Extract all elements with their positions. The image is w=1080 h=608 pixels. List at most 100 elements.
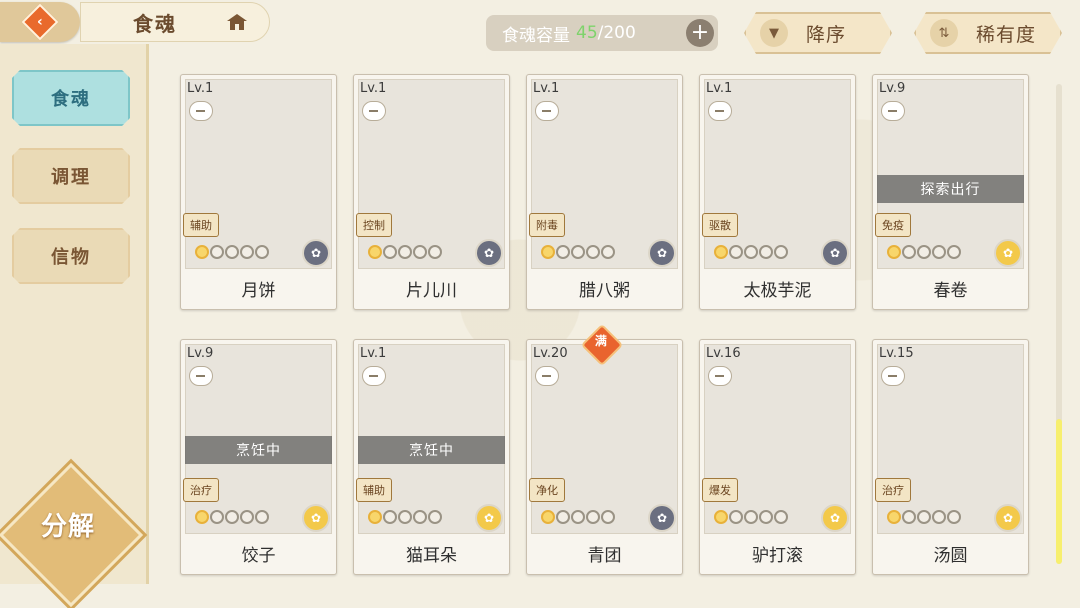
card-level: Lv.1	[706, 81, 733, 96]
star-row	[195, 245, 269, 259]
card-name: 月饼	[241, 281, 276, 301]
chat-bubble-icon[interactable]	[708, 366, 732, 386]
top-bar: ‹ 食魂 食魂容量 45 /200 + ▼ 降序 ⇅ 稀有度	[0, 0, 1080, 60]
tab-cooking[interactable]: 调理	[12, 148, 130, 204]
food-soul-card[interactable]: Lv.1 控制 ✿ 片儿川	[353, 74, 510, 310]
card-name: 腊八粥	[579, 281, 630, 301]
star-icon	[556, 510, 570, 524]
chat-bubble-icon[interactable]	[881, 366, 905, 386]
chat-bubble-icon[interactable]	[535, 101, 559, 121]
sort-order-label: 降序	[806, 23, 847, 46]
rarity-flower-icon: ✿	[648, 239, 676, 267]
capacity-display: 食魂容量 45 /200 +	[486, 15, 718, 51]
star-row	[541, 510, 615, 524]
chat-bubble-icon[interactable]	[362, 101, 386, 121]
star-icon	[541, 245, 555, 259]
sort-key-button[interactable]: ⇅ 稀有度	[914, 12, 1062, 54]
food-soul-card[interactable]: Lv.1 驱散 ✿ 太极芋泥	[699, 74, 856, 310]
food-soul-card[interactable]: Lv.1 烹饪中 辅助 ✿ 猫耳朵	[353, 339, 510, 575]
star-icon	[729, 510, 743, 524]
chat-bubble-icon[interactable]	[189, 101, 213, 121]
star-icon	[729, 245, 743, 259]
sort-order-button[interactable]: ▼ 降序	[744, 12, 892, 54]
card-name: 猫耳朵	[406, 546, 457, 566]
star-icon	[902, 245, 916, 259]
card-name: 饺子	[241, 546, 276, 566]
rarity-flower-icon: ✿	[475, 239, 503, 267]
tab-tokens[interactable]: 信物	[12, 228, 130, 284]
star-icon	[902, 510, 916, 524]
star-icon	[759, 510, 773, 524]
scroll-thumb[interactable]	[1056, 419, 1062, 564]
card-name: 春卷	[933, 281, 968, 301]
star-row	[714, 245, 788, 259]
star-row	[887, 510, 961, 524]
star-icon	[225, 510, 239, 524]
rarity-flower-icon: ✿	[994, 504, 1022, 532]
back-arrow-icon: ‹	[21, 3, 59, 41]
card-role-tag: 治疗	[183, 478, 219, 502]
star-row	[714, 510, 788, 524]
food-soul-card[interactable]: Lv.20 满净化 ✿ 青团	[526, 323, 683, 575]
decompose-label: 分解	[40, 512, 95, 542]
food-soul-card[interactable]: Lv.1 辅助 ✿ 月饼	[180, 74, 337, 310]
rarity-flower-icon: ✿	[302, 504, 330, 532]
scrollbar[interactable]	[1056, 84, 1062, 564]
plus-icon[interactable]: +	[686, 19, 714, 47]
chat-bubble-icon[interactable]	[189, 366, 213, 386]
food-soul-card[interactable]: Lv.1 附毒 ✿ 腊八粥	[526, 74, 683, 310]
star-icon	[887, 245, 901, 259]
chat-bubble-icon[interactable]	[881, 101, 905, 121]
sort-arrows-icon: ⇅	[930, 19, 958, 47]
card-level: Lv.9	[879, 81, 906, 96]
card-role-tag: 辅助	[356, 478, 392, 502]
star-icon	[225, 245, 239, 259]
star-icon	[917, 245, 931, 259]
triangle-down-icon: ▼	[760, 19, 788, 47]
title-tab: 食魂	[80, 2, 270, 42]
card-role-tag: 附毒	[529, 213, 565, 237]
star-icon	[428, 510, 442, 524]
rarity-flower-icon: ✿	[994, 239, 1022, 267]
star-icon	[714, 245, 728, 259]
star-icon	[774, 245, 788, 259]
star-icon	[240, 245, 254, 259]
star-icon	[195, 245, 209, 259]
star-icon	[413, 510, 427, 524]
card-level: Lv.1	[360, 81, 387, 96]
food-soul-card[interactable]: Lv.15 治疗 ✿ 汤圆	[872, 339, 1029, 575]
star-icon	[195, 510, 209, 524]
card-role-tag: 治疗	[875, 478, 911, 502]
rarity-flower-icon: ✿	[648, 504, 676, 532]
star-icon	[413, 245, 427, 259]
page-title: 食魂	[133, 11, 177, 36]
house-icon[interactable]	[226, 13, 248, 31]
star-icon	[210, 245, 224, 259]
rarity-flower-icon: ✿	[821, 504, 849, 532]
star-icon	[368, 510, 382, 524]
sort-key-label: 稀有度	[976, 23, 1037, 46]
star-row	[368, 510, 442, 524]
star-icon	[947, 510, 961, 524]
food-soul-card[interactable]: Lv.9 烹饪中 治疗 ✿ 饺子	[180, 339, 337, 575]
chat-bubble-icon[interactable]	[362, 366, 386, 386]
chat-bubble-icon[interactable]	[708, 101, 732, 121]
star-icon	[759, 245, 773, 259]
food-soul-card[interactable]: Lv.16 爆发 ✿ 驴打滚	[699, 339, 856, 575]
card-role-tag: 免疫	[875, 213, 911, 237]
star-icon	[368, 245, 382, 259]
card-name: 汤圆	[933, 546, 968, 566]
star-icon	[586, 245, 600, 259]
tab-food-souls[interactable]: 食魂	[12, 70, 130, 126]
chat-bubble-icon[interactable]	[535, 366, 559, 386]
star-icon	[240, 510, 254, 524]
star-icon	[714, 510, 728, 524]
card-level: Lv.1	[360, 346, 387, 361]
food-soul-card[interactable]: Lv.9 探索出行 免疫 ✿ 春卷	[872, 74, 1029, 310]
star-icon	[398, 245, 412, 259]
card-role-tag: 爆发	[702, 478, 738, 502]
rarity-flower-icon: ✿	[821, 239, 849, 267]
back-button[interactable]: ‹	[0, 2, 80, 42]
star-row	[887, 245, 961, 259]
card-name: 太极芋泥	[743, 281, 812, 301]
